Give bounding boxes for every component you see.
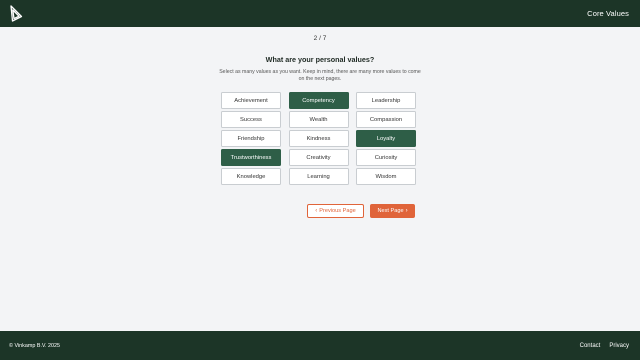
previous-page-label: Previous Page bbox=[319, 208, 356, 214]
value-option-creativity[interactable]: Creativity bbox=[288, 149, 349, 166]
privacy-link[interactable]: Privacy bbox=[609, 343, 629, 349]
value-option-trustworthiness[interactable]: Trustworthiness bbox=[221, 149, 281, 166]
contact-link[interactable]: Contact bbox=[580, 343, 601, 349]
value-option-success[interactable]: Success bbox=[221, 111, 281, 128]
value-option-compassion[interactable]: Compassion bbox=[356, 111, 416, 128]
value-option-friendship[interactable]: Friendship bbox=[221, 130, 281, 147]
value-option-curiosity[interactable]: Curiosity bbox=[356, 149, 416, 166]
values-grid: Achievement Competency Leadership Succes… bbox=[221, 92, 416, 185]
value-option-kindness[interactable]: Kindness bbox=[288, 130, 349, 147]
step-indicator: 2 / 7 bbox=[313, 35, 327, 42]
value-option-wisdom[interactable]: Wisdom bbox=[356, 168, 416, 185]
page-title: Core Values bbox=[587, 9, 629, 18]
value-option-wealth[interactable]: Wealth bbox=[288, 111, 349, 128]
chevron-left-icon: ‹ bbox=[315, 208, 318, 214]
instructions-text: Select as many values as you want. Keep … bbox=[219, 69, 421, 82]
value-option-knowledge[interactable]: Knowledge bbox=[221, 168, 281, 185]
footer: © Vinkamp B.V. 2025 Contact Privacy bbox=[0, 331, 640, 360]
value-option-competency[interactable]: Competency bbox=[288, 92, 349, 109]
chevron-right-icon: › bbox=[405, 208, 408, 214]
next-page-button[interactable]: Next Page › bbox=[370, 204, 415, 218]
next-page-label: Next Page bbox=[377, 208, 404, 214]
value-option-leadership[interactable]: Leadership bbox=[356, 92, 416, 109]
vinkamp-logo-icon[interactable] bbox=[9, 4, 23, 23]
value-option-loyalty[interactable]: Loyalty bbox=[356, 130, 416, 147]
page-navigation: ‹ Previous Page Next Page › bbox=[307, 204, 415, 218]
footer-links: Contact Privacy bbox=[580, 343, 629, 349]
copyright-text: © Vinkamp B.V. 2025 bbox=[9, 342, 61, 349]
value-option-learning[interactable]: Learning bbox=[288, 168, 349, 185]
header: Core Values bbox=[0, 0, 640, 27]
previous-page-button[interactable]: ‹ Previous Page bbox=[307, 204, 364, 218]
question-heading: What are your personal values? bbox=[265, 55, 375, 64]
value-option-achievement[interactable]: Achievement bbox=[221, 92, 281, 109]
